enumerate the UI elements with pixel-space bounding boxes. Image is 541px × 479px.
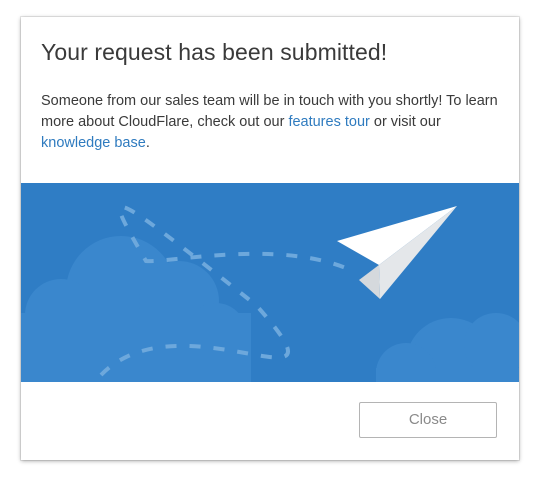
knowledge-base-link[interactable]: knowledge base (41, 135, 146, 151)
message-text: . (145, 135, 150, 151)
cloud-left (21, 236, 251, 382)
close-button[interactable]: Close (359, 402, 497, 438)
message-text: or visit our (369, 114, 441, 130)
features-tour-link[interactable]: features tour (288, 114, 369, 130)
modal-message: Someone from our sales team will be in t… (41, 91, 503, 154)
paper-plane-illustration (21, 183, 519, 382)
modal-footer: Close (21, 382, 519, 460)
confirmation-modal: Your request has been submitted! Someone… (21, 17, 519, 460)
modal-title: Your request has been submitted! (41, 39, 388, 65)
cloud-right (376, 313, 519, 382)
paper-plane-icon (337, 206, 457, 299)
illustration-artwork (21, 205, 519, 382)
